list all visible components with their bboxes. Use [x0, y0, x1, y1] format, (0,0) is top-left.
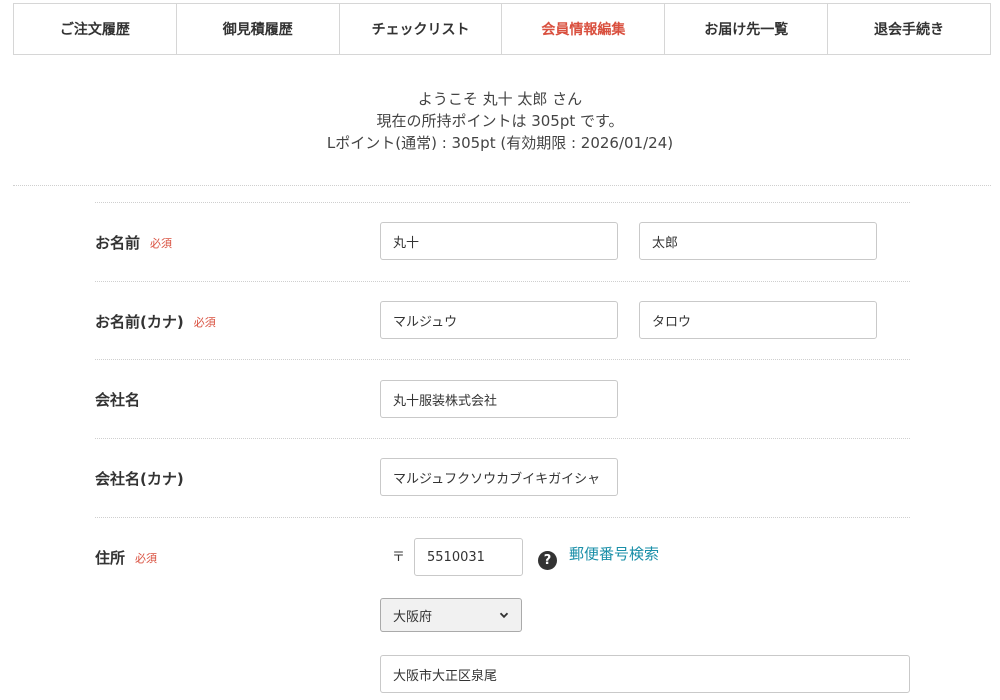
section-divider — [13, 185, 991, 186]
tab-edit-member-info[interactable]: 会員情報編集 — [502, 4, 666, 54]
company-kana-label: 会社名(カナ) — [95, 470, 184, 488]
welcome-greeting: ようこそ 丸十 太郎 さん — [417, 90, 583, 108]
tab-checklist[interactable]: チェックリスト — [340, 4, 503, 54]
required-badge: 必須 — [135, 552, 158, 565]
form-row-name: お名前 必須 — [95, 202, 910, 252]
postal-mark: 〒 — [392, 550, 406, 565]
company-label: 会社名 — [95, 391, 141, 409]
question-circle-icon[interactable]: ? — [538, 551, 557, 570]
last-name-kana-input[interactable] — [380, 301, 618, 339]
name-kana-label: お名前(カナ) 必須 — [95, 313, 216, 331]
form-row-company-kana: 会社名(カナ) — [95, 438, 910, 488]
tab-order-history[interactable]: ご注文履歴 — [14, 4, 177, 54]
address-label: 住所 必須 — [95, 549, 158, 567]
points-summary: 現在の所持ポイントは 305pt です。 — [376, 112, 624, 130]
form-row-address: 住所 必須 — [95, 517, 910, 567]
prefecture-selected-value: 大阪府 — [393, 609, 433, 625]
first-name-kana-input[interactable] — [639, 301, 877, 339]
required-badge: 必須 — [150, 237, 173, 250]
member-tabs: ご注文履歴 御見積履歴 チェックリスト 会員情報編集 お届け先一覧 退会手続き — [13, 3, 991, 55]
company-input[interactable] — [380, 380, 618, 418]
city-input[interactable] — [380, 655, 910, 693]
first-name-input[interactable] — [639, 222, 877, 260]
last-name-input[interactable] — [380, 222, 618, 260]
tab-withdraw[interactable]: 退会手続き — [828, 4, 990, 54]
form-row-name-kana: お名前(カナ) 必須 — [95, 281, 910, 331]
points-detail: Lポイント(通常) : 305pt (有効期限 : 2026/01/24) — [326, 134, 674, 152]
tab-delivery-addresses[interactable]: お届け先一覧 — [665, 4, 829, 54]
required-badge: 必須 — [193, 316, 216, 329]
welcome-message: ようこそ 丸十 太郎 さん 現在の所持ポイントは 305pt です。 Lポイント… — [0, 88, 1000, 154]
zip-search-link[interactable]: 郵便番号検索 — [569, 543, 659, 564]
chevron-down-icon — [499, 612, 509, 619]
tab-quote-history[interactable]: 御見積履歴 — [177, 4, 340, 54]
zip-code-input[interactable] — [414, 538, 523, 576]
prefecture-select[interactable]: 大阪府 — [380, 598, 522, 632]
name-label: お名前 必須 — [95, 234, 173, 252]
form-row-company: 会社名 — [95, 359, 910, 409]
company-kana-input[interactable] — [380, 458, 618, 496]
